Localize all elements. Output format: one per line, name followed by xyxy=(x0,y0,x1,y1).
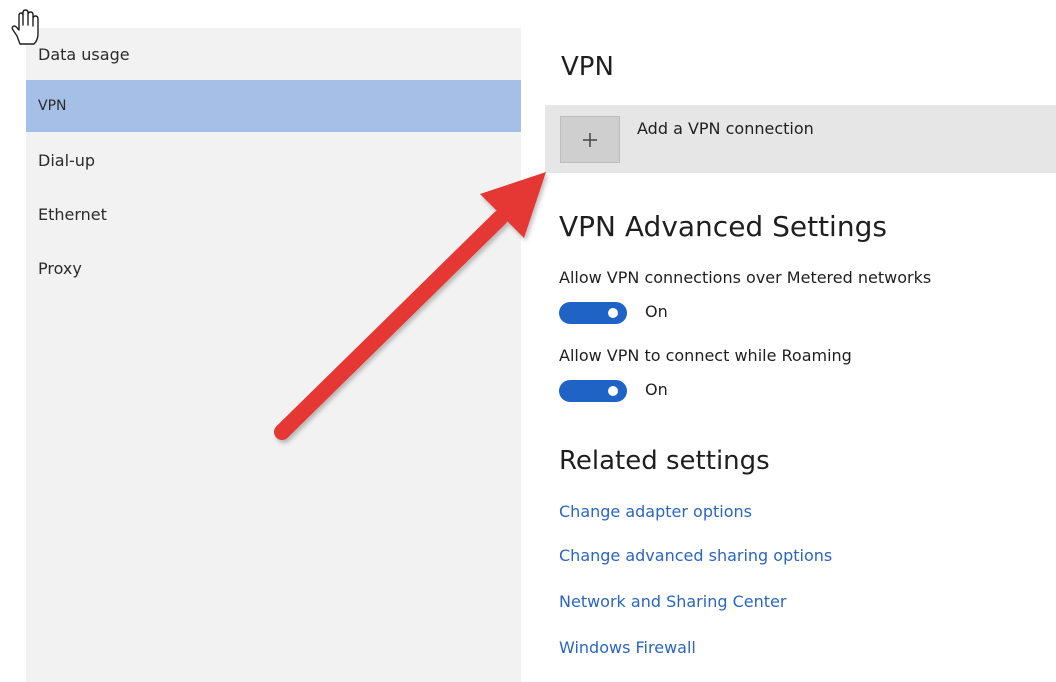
windows-firewall-link[interactable]: Windows Firewall xyxy=(559,638,696,657)
plus-icon xyxy=(560,116,620,163)
sidebar-item-label: Dial-up xyxy=(38,150,96,170)
roaming-toggle[interactable] xyxy=(559,380,627,402)
toggle-knob xyxy=(608,386,618,396)
sidebar-item-label: VPN xyxy=(38,98,67,114)
related-settings-heading: Related settings xyxy=(559,446,770,476)
change-adapter-options-link[interactable]: Change adapter options xyxy=(559,502,752,521)
sidebar-item-label: Proxy xyxy=(38,258,82,278)
metered-networks-state: On xyxy=(645,302,668,321)
toggle-knob xyxy=(608,308,618,318)
network-and-sharing-center-link[interactable]: Network and Sharing Center xyxy=(559,592,786,611)
advanced-settings-heading: VPN Advanced Settings xyxy=(559,210,887,243)
metered-networks-toggle[interactable] xyxy=(559,302,627,324)
sidebar-item-vpn[interactable]: VPN xyxy=(26,80,521,132)
settings-window: Data usage VPN Dial-up Ethernet Proxy VP… xyxy=(0,0,1056,682)
sidebar-item-dial-up[interactable]: Dial-up xyxy=(26,134,521,186)
roaming-state: On xyxy=(645,380,668,399)
network-sidebar: Data usage VPN Dial-up Ethernet Proxy xyxy=(26,28,521,682)
page-title: VPN xyxy=(561,52,614,82)
change-advanced-sharing-options-link[interactable]: Change advanced sharing options xyxy=(559,546,832,565)
add-vpn-connection-label: Add a VPN connection xyxy=(637,119,814,138)
sidebar-item-label: Ethernet xyxy=(38,204,107,224)
vpn-settings-panel: VPN Add a VPN connection VPN Advanced Se… xyxy=(545,0,1056,682)
metered-networks-label: Allow VPN connections over Metered netwo… xyxy=(559,268,932,287)
sidebar-item-data-usage[interactable]: Data usage xyxy=(26,28,521,80)
hand-cursor-icon xyxy=(11,9,39,45)
sidebar-item-ethernet[interactable]: Ethernet xyxy=(26,188,521,240)
add-vpn-connection-button[interactable]: Add a VPN connection xyxy=(545,105,1056,173)
sidebar-item-proxy[interactable]: Proxy xyxy=(26,242,521,294)
roaming-label: Allow VPN to connect while Roaming xyxy=(559,346,852,365)
sidebar-item-label: Data usage xyxy=(38,44,130,64)
